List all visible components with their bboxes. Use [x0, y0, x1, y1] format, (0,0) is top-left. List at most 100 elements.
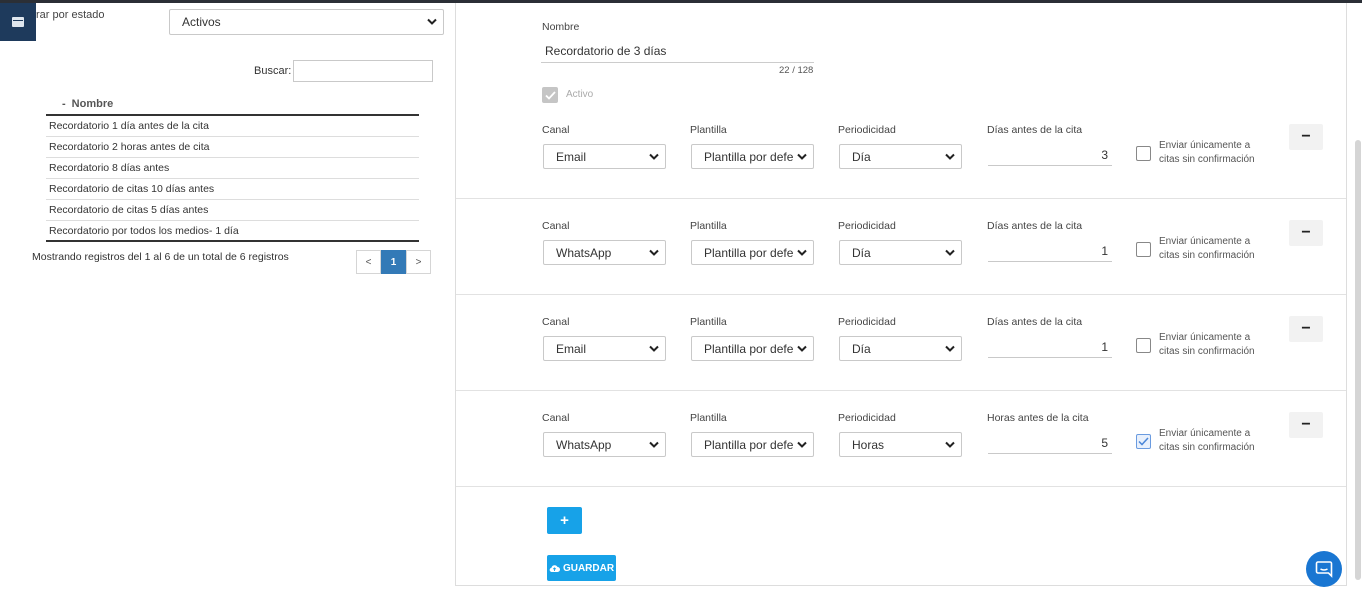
canal-value: Email	[556, 149, 587, 164]
search-input[interactable]	[293, 60, 433, 82]
periodicidad-label: Periodicidad	[838, 220, 896, 232]
list-item[interactable]: Recordatorio 1 día antes de la cita	[46, 116, 419, 137]
chevron-down-icon	[945, 345, 955, 352]
status-filter-select[interactable]: Activos	[169, 9, 444, 35]
canal-value: WhatsApp	[556, 437, 612, 452]
add-rule-button[interactable]: +	[547, 507, 582, 534]
row-divider	[456, 486, 1346, 487]
chevron-down-icon	[797, 441, 807, 448]
canal-select[interactable]: WhatsApp	[543, 240, 666, 265]
periodicidad-select[interactable]: Día	[839, 144, 962, 169]
plantilla-select[interactable]: Plantilla por defe	[691, 432, 814, 457]
periodicidad-label: Periodicidad	[838, 316, 896, 328]
canal-label: Canal	[542, 412, 570, 424]
list-item[interactable]: Recordatorio de citas 5 días antes	[46, 200, 419, 221]
only-unconfirmed-checkbox[interactable]	[1136, 146, 1151, 161]
periodicidad-value: Día	[852, 245, 871, 260]
remove-rule-button[interactable]: −	[1289, 412, 1323, 438]
sort-indicator-icon: -	[62, 97, 66, 110]
canal-value: Email	[556, 341, 587, 356]
list-header-label: Nombre	[71, 97, 114, 110]
only-unconfirmed-label: Enviar únicamente a citas sin confirmaci…	[1159, 140, 1255, 165]
chevron-down-icon	[649, 345, 659, 352]
chevron-down-icon	[649, 249, 659, 256]
row-divider	[456, 198, 1346, 199]
chat-button[interactable]	[1306, 551, 1342, 587]
remove-rule-button[interactable]: −	[1289, 316, 1323, 342]
status-filter-value: Activos	[182, 15, 221, 29]
canal-select[interactable]: Email	[543, 144, 666, 169]
pager-page-1[interactable]: 1	[381, 250, 406, 274]
canal-label: Canal	[542, 316, 570, 328]
chevron-down-icon	[649, 441, 659, 448]
canal-label: Canal	[542, 124, 570, 136]
chevron-down-icon	[945, 153, 955, 160]
scrollbar[interactable]	[1355, 140, 1361, 580]
check-icon	[1138, 437, 1149, 446]
list-item[interactable]: Recordatorio por todos los medios- 1 día	[46, 221, 419, 242]
only-unconfirmed-checkbox[interactable]	[1136, 242, 1151, 257]
search-label: Buscar:	[254, 65, 292, 77]
records-info: Mostrando registros del 1 al 6 de un tot…	[32, 251, 289, 263]
cloud-upload-icon	[549, 564, 560, 572]
pagination: < 1 >	[356, 250, 431, 274]
chevron-down-icon	[945, 441, 955, 448]
plantilla-value: Plantilla por defe	[704, 245, 794, 260]
name-input[interactable]: Recordatorio de 3 días	[545, 44, 666, 58]
menu-icon	[12, 17, 24, 27]
only-unconfirmed-label: Enviar únicamente a citas sin confirmaci…	[1159, 332, 1255, 357]
amount-label: Días antes de la cita	[987, 220, 1083, 232]
plantilla-value: Plantilla por defe	[704, 149, 794, 164]
list-item[interactable]: Recordatorio 2 horas antes de cita	[46, 137, 419, 158]
plantilla-value: Plantilla por defe	[704, 437, 794, 452]
list-item[interactable]: Recordatorio 8 días antes	[46, 158, 419, 179]
only-unconfirmed-checkbox[interactable]	[1136, 434, 1151, 449]
plantilla-select[interactable]: Plantilla por defe	[691, 336, 814, 361]
amount-input[interactable]: 3	[988, 144, 1112, 166]
check-icon	[544, 90, 556, 100]
plantilla-select[interactable]: Plantilla por defe	[691, 240, 814, 265]
save-button[interactable]: GUARDAR	[547, 555, 616, 581]
periodicidad-label: Periodicidad	[838, 124, 896, 136]
status-filter-label: rar por estado	[36, 9, 105, 21]
chat-icon	[1315, 561, 1333, 578]
name-underline	[541, 62, 814, 63]
plantilla-label: Plantilla	[690, 412, 727, 424]
list-header-nombre[interactable]: - Nombre	[46, 93, 419, 116]
list-item[interactable]: Recordatorio de citas 10 días antes	[46, 179, 419, 200]
amount-input[interactable]: 5	[988, 432, 1112, 454]
only-unconfirmed-label: Enviar únicamente a citas sin confirmaci…	[1159, 236, 1255, 261]
periodicidad-value: Día	[852, 149, 871, 164]
reminder-list: Recordatorio 1 día antes de la cita Reco…	[46, 116, 419, 242]
plantilla-label: Plantilla	[690, 316, 727, 328]
periodicidad-label: Periodicidad	[838, 412, 896, 424]
char-counter: 22 / 128	[779, 65, 814, 76]
amount-label: Días antes de la cita	[987, 316, 1083, 328]
menu-toggle-button[interactable]	[0, 3, 36, 41]
pager-next-button[interactable]: >	[406, 250, 431, 274]
canal-select[interactable]: WhatsApp	[543, 432, 666, 457]
remove-rule-button[interactable]: −	[1289, 124, 1323, 150]
periodicidad-value: Horas	[852, 437, 885, 452]
chevron-down-icon	[427, 18, 437, 25]
canal-label: Canal	[542, 220, 570, 232]
active-checkbox[interactable]	[542, 87, 558, 103]
only-unconfirmed-checkbox[interactable]	[1136, 338, 1151, 353]
canal-select[interactable]: Email	[543, 336, 666, 361]
pager-prev-button[interactable]: <	[356, 250, 381, 274]
plantilla-select[interactable]: Plantilla por defe	[691, 144, 814, 169]
periodicidad-select[interactable]: Día	[839, 336, 962, 361]
only-unconfirmed-label: Enviar únicamente a citas sin confirmaci…	[1159, 428, 1255, 453]
chevron-down-icon	[649, 153, 659, 160]
plantilla-label: Plantilla	[690, 220, 727, 232]
row-divider	[456, 294, 1346, 295]
name-label: Nombre	[542, 21, 580, 33]
chevron-down-icon	[797, 153, 807, 160]
amount-label: Días antes de la cita	[987, 124, 1083, 136]
remove-rule-button[interactable]: −	[1289, 220, 1323, 246]
amount-input[interactable]: 1	[988, 240, 1112, 262]
amount-input[interactable]: 1	[988, 336, 1112, 358]
periodicidad-select[interactable]: Día	[839, 240, 962, 265]
chevron-down-icon	[797, 249, 807, 256]
periodicidad-select[interactable]: Horas	[839, 432, 962, 457]
